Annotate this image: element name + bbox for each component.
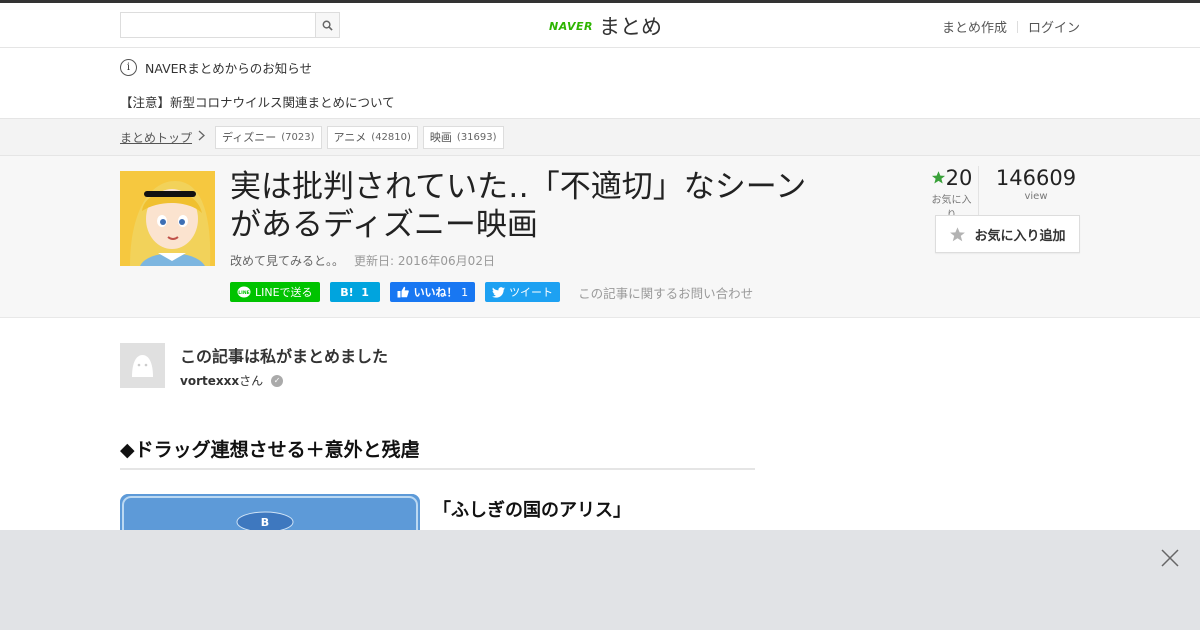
search-input[interactable] xyxy=(120,12,315,38)
notice-link[interactable]: 【注意】新型コロナウイルス関連まとめについて xyxy=(120,92,1080,111)
article-description: 改めて見てみると。。 xyxy=(230,254,345,268)
share-bar: LINE LINEで送る B! 1 いいね！ 1 ツイート この記事に関するお問… xyxy=(230,282,753,302)
favorites-count: 20 xyxy=(945,166,973,190)
logo-name: まとめ xyxy=(598,15,662,39)
verified-check-icon: ✓ xyxy=(271,374,284,387)
search-icon xyxy=(322,20,333,31)
notice-title: NAVERまとめからのお知らせ xyxy=(145,60,312,76)
line-share-label: LINEで送る xyxy=(255,286,313,299)
logo-brand: NAVER xyxy=(549,19,593,33)
ad-banner xyxy=(0,530,1200,630)
search-box xyxy=(120,12,340,38)
login-link[interactable]: ログイン xyxy=(1028,17,1080,36)
breadcrumb: まとめトップ ディズニー (7023) アニメ (42810) 映画 (31693) xyxy=(0,118,1200,156)
tag-count: (42810) xyxy=(371,131,411,143)
tweet-button[interactable]: ツイート xyxy=(485,282,561,302)
tag-label: 映画 xyxy=(429,131,452,144)
info-icon: i xyxy=(120,58,137,76)
inquiry-link[interactable]: この記事に関するお問い合わせ xyxy=(578,283,753,302)
author-suffix: さん xyxy=(239,374,264,388)
site-logo[interactable]: NAVER まとめ xyxy=(549,11,662,41)
chevron-right-icon xyxy=(198,130,205,144)
article-meta: 改めて見てみると。。 更新日: 2016年06月02日 xyxy=(230,252,495,269)
hatena-icon: B! xyxy=(340,285,354,299)
twitter-bird-icon xyxy=(492,286,506,298)
line-icon: LINE xyxy=(237,286,251,297)
views-label: view xyxy=(1024,191,1048,202)
tweet-label: ツイート xyxy=(509,286,554,299)
facebook-like-label: いいね！ xyxy=(413,286,458,299)
add-favorite-label: お気に入り追加 xyxy=(974,228,1066,244)
close-icon[interactable] xyxy=(1160,548,1180,568)
header-nav: まとめ作成 ログイン xyxy=(942,17,1080,36)
star-icon xyxy=(931,171,945,184)
thumbs-up-icon xyxy=(397,286,409,298)
hatena-count: 1 xyxy=(361,285,369,299)
notice-area: i NAVERまとめからのお知らせ 【注意】新型コロナウイルス関連まとめについて xyxy=(0,48,1200,118)
site-header: NAVER まとめ まとめ作成 ログイン xyxy=(0,3,1200,48)
tag-count: (31693) xyxy=(456,131,497,143)
article-header: 実は批判されていた‥「不適切」なシーンがあるディズニー映画 改めて見てみると。。… xyxy=(0,156,1200,318)
views-count: 146609 xyxy=(995,166,1077,190)
facebook-like-button[interactable]: いいね！ 1 xyxy=(389,282,476,302)
star-outline-icon xyxy=(950,226,966,241)
article-title: 実は批判されていた‥「不適切」なシーンがあるディズニー映画 xyxy=(230,169,807,243)
author-box: この記事は私がまとめました vortexxx さん ✓ xyxy=(0,318,1200,418)
updated-date: 更新日: 2016年06月02日 xyxy=(354,254,495,268)
hatena-bookmark-button[interactable]: B! 1 xyxy=(329,282,380,302)
add-favorite-button[interactable]: お気に入り追加 xyxy=(935,215,1080,253)
item-title: 「ふしぎの国のアリス」 xyxy=(433,500,631,521)
search-button[interactable] xyxy=(315,12,340,38)
breadcrumb-top-link[interactable]: まとめトップ xyxy=(120,129,192,146)
favorites-stat: 20 お気に入り xyxy=(927,166,979,221)
line-share-button[interactable]: LINE LINEで送る xyxy=(230,282,320,302)
author-name[interactable]: vortexxx xyxy=(180,374,239,388)
nav-divider xyxy=(1016,20,1018,33)
author-heading: この記事は私がまとめました xyxy=(180,347,389,366)
views-stat: 146609 view xyxy=(979,166,1079,221)
tag-movie[interactable]: 映画 (31693) xyxy=(422,125,504,149)
create-matome-link[interactable]: まとめ作成 xyxy=(942,17,1007,36)
svg-text:B: B xyxy=(261,516,269,529)
article-stats: 20 お気に入り 146609 view xyxy=(927,166,1079,221)
svg-text:LINE: LINE xyxy=(238,290,249,296)
favorites-number: 20 xyxy=(927,166,976,190)
avatar[interactable] xyxy=(120,343,165,388)
author-name-row: vortexxx さん ✓ xyxy=(180,372,284,389)
tag-count: (7023) xyxy=(281,131,315,143)
tag-anime[interactable]: アニメ (42810) xyxy=(326,125,418,149)
article-thumbnail[interactable] xyxy=(120,171,215,266)
tag-label: アニメ xyxy=(333,131,367,144)
facebook-like-count: 1 xyxy=(461,285,469,299)
tag-label: ディズニー xyxy=(222,131,277,144)
tag-disney[interactable]: ディズニー (7023) xyxy=(215,125,322,149)
section-heading: ◆ドラッグ連想させる＋意外と残虐 xyxy=(120,435,755,470)
